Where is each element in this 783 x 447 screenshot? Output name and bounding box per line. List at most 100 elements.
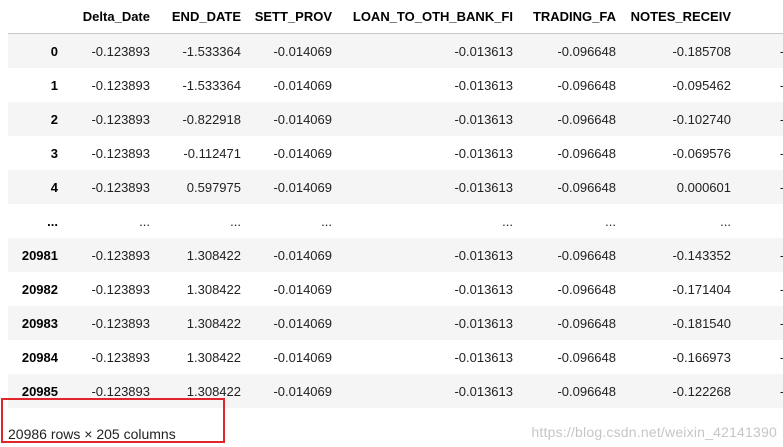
table-cell: -0.013613 xyxy=(454,247,513,263)
table-cell: -0.1082 xyxy=(737,340,783,374)
table-cell: -0.181540 xyxy=(672,315,731,331)
table-cell: -0.171404 xyxy=(672,281,731,297)
table-row: 1 -0.123893 -1.533364 -0.014069 -0.013613 -0.… xyxy=(8,68,783,102)
row-index: 20984 xyxy=(21,349,58,365)
row-index: 3 xyxy=(50,145,58,161)
table-cell: -0.013613 xyxy=(454,179,513,195)
table-cell: -0.123893 xyxy=(91,349,150,365)
table-cell: -0.014069 xyxy=(273,111,332,127)
table-cell: 1.308422 xyxy=(186,315,241,331)
table-cell: -0.096648 xyxy=(557,349,616,365)
table-cell: -0.096648 xyxy=(557,77,616,93)
table-cell: -0.123893 xyxy=(91,145,150,161)
table-cell: -0.096648 xyxy=(557,315,616,331)
table-row: 20983 -0.123893 1.308422 -0.014069 -0.013613… xyxy=(8,306,783,340)
table-cell: -0.123893 xyxy=(91,111,150,127)
table-cell: -0.014069 xyxy=(273,349,332,365)
table-cell: -0.1637 xyxy=(737,102,783,136)
table-cell: -0.069576 xyxy=(672,145,731,161)
table-cell: -0.123893 xyxy=(91,77,150,93)
table-cell: ... xyxy=(720,213,731,229)
row-index: 0 xyxy=(50,43,58,59)
table-cell: -1.533364 xyxy=(182,43,241,59)
table-cell: -0.1094 xyxy=(737,374,783,408)
table-row: 20982 -0.123893 1.308422 -0.014069 -0.013613… xyxy=(8,272,783,306)
dataframe-output: Delta_Date END_DATE SETT_PROV LOAN_TO_OTH_B… xyxy=(0,0,783,420)
table-row: 2 -0.123893 -0.822918 -0.014069 -0.013613 -0.… xyxy=(8,102,783,136)
table-cell: -0.1253 xyxy=(737,34,783,69)
row-index: 1 xyxy=(50,77,58,93)
row-index: ... xyxy=(47,213,58,229)
table-cell: -0.822918 xyxy=(182,111,241,127)
table-cell: -0.014069 xyxy=(273,281,332,297)
column-header: A xyxy=(737,0,783,34)
column-header: END_DATE xyxy=(156,0,247,34)
table-row: 20981 -0.123893 1.308422 -0.014069 -0.013613… xyxy=(8,238,783,272)
table-cell: ... xyxy=(139,213,150,229)
dataframe-table: Delta_Date END_DATE SETT_PROV LOAN_TO_OTH_B… xyxy=(8,0,783,408)
table-cell: -0.096648 xyxy=(557,43,616,59)
table-row: 3 -0.123893 -0.112471 -0.014069 -0.013613 -0.… xyxy=(8,136,783,170)
table-cell: -0.1437 xyxy=(737,68,783,102)
table-cell: -0.014069 xyxy=(273,247,332,263)
table-row: 0 -0.123893 -1.533364 -0.014069 -0.013613 -0.… xyxy=(8,33,783,69)
table-cell: -0.013613 xyxy=(454,145,513,161)
table-cell: -0.185708 xyxy=(672,43,731,59)
table-cell: -0.1662 xyxy=(737,272,783,306)
table-cell: 1.308422 xyxy=(186,349,241,365)
watermark-text: https://blog.csdn.net/weixin_42141390 xyxy=(531,424,777,440)
table-cell: -0.096648 xyxy=(557,383,616,399)
table-cell: -0.096648 xyxy=(557,179,616,195)
row-index: 2 xyxy=(50,111,58,127)
table-cell: -0.013613 xyxy=(454,383,513,399)
table-cell: -0.166973 xyxy=(672,349,731,365)
table-cell: -0.014069 xyxy=(273,43,332,59)
column-header: SETT_PROV xyxy=(247,0,338,34)
table-cell: -0.0472 xyxy=(737,170,783,204)
table-cell: -0.1362 xyxy=(737,136,783,170)
table-cell: -0.014069 xyxy=(273,179,332,195)
header-row: Delta_Date END_DATE SETT_PROV LOAN_TO_OTH_B… xyxy=(8,0,783,34)
table-cell: -0.014069 xyxy=(273,383,332,399)
dataframe-shape-text: 20986 rows × 205 columns xyxy=(8,426,176,442)
column-header: TRADING_FA xyxy=(519,0,622,34)
table-cell: -0.013613 xyxy=(454,77,513,93)
table-cell: ... xyxy=(502,213,513,229)
table-cell: 0.597975 xyxy=(186,179,241,195)
column-header: Delta_Date xyxy=(64,0,156,34)
table-cell: 1.308422 xyxy=(186,281,241,297)
table-cell: -0.013613 xyxy=(454,111,513,127)
table-cell: -0.122268 xyxy=(672,383,731,399)
table-cell: -0.123893 xyxy=(91,179,150,195)
table-cell: 1.308422 xyxy=(186,247,241,263)
table-cell: -0.123893 xyxy=(91,315,150,331)
table-header: Delta_Date END_DATE SETT_PROV LOAN_TO_OTH_B… xyxy=(8,0,783,34)
table-cell: -0.096648 xyxy=(557,281,616,297)
table-row: 20984 -0.123893 1.308422 -0.014069 -0.013613… xyxy=(8,340,783,374)
table-cell: -0.112471 xyxy=(183,145,241,161)
table-cell: -0.013613 xyxy=(454,43,513,59)
table-cell: -0.096648 xyxy=(557,111,616,127)
table-cell: -0.014069 xyxy=(273,315,332,331)
table-row: 4 -0.123893 0.597975 -0.014069 -0.013613 -0.0… xyxy=(8,170,783,204)
row-index: 20983 xyxy=(21,315,58,331)
table-cell: -0.013613 xyxy=(454,315,513,331)
table-cell: 0.000601 xyxy=(676,179,731,195)
row-index: 20981 xyxy=(21,247,58,263)
table-cell: ... xyxy=(737,204,783,238)
column-header-index xyxy=(8,0,64,34)
table-cell: -1.533364 xyxy=(182,77,241,93)
table-cell: -0.102740 xyxy=(672,111,731,127)
table-cell: -0.143352 xyxy=(672,247,731,263)
row-index: 20982 xyxy=(21,281,58,297)
table-cell: -0.096648 xyxy=(557,247,616,263)
table-cell: -0.123893 xyxy=(91,43,150,59)
table-body: 0 -0.123893 -1.533364 -0.014069 -0.013613 -0.… xyxy=(8,33,783,408)
table-cell: -0.014069 xyxy=(273,77,332,93)
table-cell: -0.2013 xyxy=(737,306,783,340)
table-cell: -0.123893 xyxy=(91,281,150,297)
table-cell: -0.013613 xyxy=(454,281,513,297)
table-row: ........................ xyxy=(8,204,783,238)
table-cell: -0.013613 xyxy=(454,349,513,365)
table-cell: -0.014069 xyxy=(273,145,332,161)
